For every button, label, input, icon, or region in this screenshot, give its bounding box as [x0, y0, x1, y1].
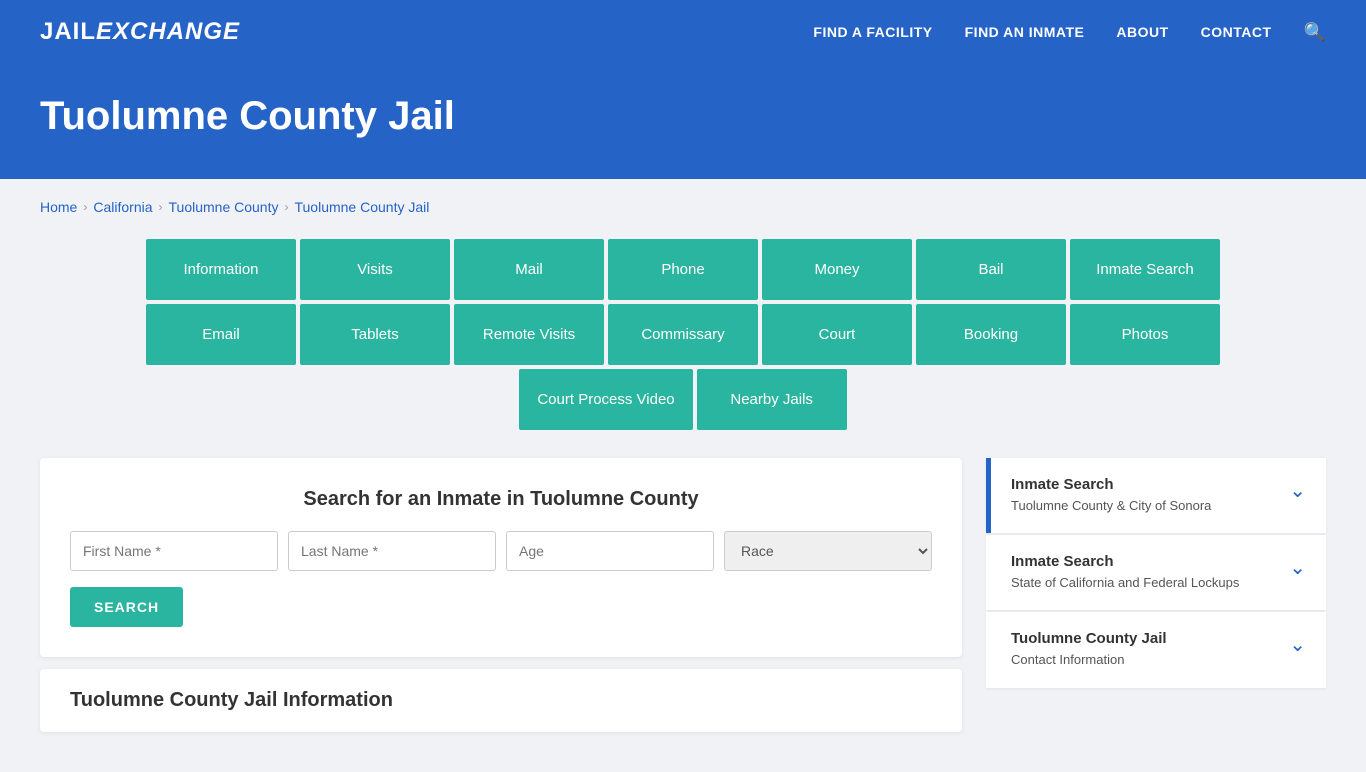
nav-row-1: Information Visits Mail Phone Money Bail…	[146, 239, 1220, 300]
last-name-input[interactable]	[288, 531, 496, 571]
breadcrumb-california[interactable]: California	[93, 199, 152, 215]
nav-row-3: Court Process Video Nearby Jails	[519, 369, 846, 430]
nav-find-inmate[interactable]: FIND AN INMATE	[965, 24, 1085, 40]
btn-commissary[interactable]: Commissary	[608, 304, 758, 365]
search-button[interactable]: SEARCH	[70, 587, 183, 627]
sidebar-title-0: Inmate Search	[1011, 476, 1277, 493]
sidebar-title-1: Inmate Search	[1011, 553, 1277, 570]
sidebar-text-2: Tuolumne County Jail Contact Information	[1011, 630, 1277, 669]
inmate-search-box: Search for an Inmate in Tuolumne County …	[40, 458, 962, 657]
sidebar: Inmate Search Tuolumne County & City of …	[986, 458, 1326, 688]
nav-about[interactable]: ABOUT	[1116, 24, 1168, 40]
chevron-icon-2: ⌄	[1289, 632, 1306, 657]
btn-photos[interactable]: Photos	[1070, 304, 1220, 365]
race-select[interactable]: Race White Black Hispanic Asian Other	[724, 531, 932, 571]
breadcrumb-sep-3: ›	[284, 200, 288, 214]
first-name-input[interactable]	[70, 531, 278, 571]
sidebar-subtitle-2: Contact Information	[1011, 651, 1277, 669]
lower-section: Search for an Inmate in Tuolumne County …	[40, 458, 1326, 732]
nav-contact[interactable]: CONTACT	[1201, 24, 1272, 40]
btn-court-process-video[interactable]: Court Process Video	[519, 369, 692, 430]
info-heading-title: Tuolumne County Jail Information	[70, 689, 932, 712]
btn-remote-visits[interactable]: Remote Visits	[454, 304, 604, 365]
nav-buttons-grid: Information Visits Mail Phone Money Bail…	[40, 239, 1326, 430]
sidebar-text-1: Inmate Search State of California and Fe…	[1011, 553, 1277, 592]
left-content: Search for an Inmate in Tuolumne County …	[40, 458, 962, 732]
sidebar-subtitle-0: Tuolumne County & City of Sonora	[1011, 497, 1277, 515]
hero-banner: Tuolumne County Jail	[0, 64, 1366, 179]
sidebar-item-1[interactable]: Inmate Search State of California and Fe…	[986, 535, 1326, 610]
sidebar-subtitle-1: State of California and Federal Lockups	[1011, 574, 1277, 592]
chevron-icon-1: ⌄	[1289, 555, 1306, 580]
breadcrumb-sep-2: ›	[159, 200, 163, 214]
header: JAILEXCHANGE FIND A FACILITY FIND AN INM…	[0, 0, 1366, 64]
chevron-icon-0: ⌄	[1289, 478, 1306, 503]
btn-booking[interactable]: Booking	[916, 304, 1066, 365]
breadcrumb: Home › California › Tuolumne County › Tu…	[40, 199, 1326, 215]
btn-money[interactable]: Money	[762, 239, 912, 300]
btn-email[interactable]: Email	[146, 304, 296, 365]
btn-tablets[interactable]: Tablets	[300, 304, 450, 365]
sidebar-text-0: Inmate Search Tuolumne County & City of …	[1011, 476, 1277, 515]
main-container: Home › California › Tuolumne County › Tu…	[0, 179, 1366, 772]
search-title: Search for an Inmate in Tuolumne County	[70, 488, 932, 511]
breadcrumb-home[interactable]: Home	[40, 199, 77, 215]
logo[interactable]: JAILEXCHANGE	[40, 18, 240, 46]
sidebar-item-0[interactable]: Inmate Search Tuolumne County & City of …	[986, 458, 1326, 533]
nav-row-2: Email Tablets Remote Visits Commissary C…	[146, 304, 1220, 365]
btn-court[interactable]: Court	[762, 304, 912, 365]
search-icon-button[interactable]: 🔍	[1304, 22, 1326, 43]
nav-find-facility[interactable]: FIND A FACILITY	[813, 24, 932, 40]
sidebar-title-2: Tuolumne County Jail	[1011, 630, 1277, 647]
sidebar-item-2[interactable]: Tuolumne County Jail Contact Information…	[986, 612, 1326, 687]
btn-mail[interactable]: Mail	[454, 239, 604, 300]
main-nav: FIND A FACILITY FIND AN INMATE ABOUT CON…	[813, 22, 1326, 43]
btn-inmate-search[interactable]: Inmate Search	[1070, 239, 1220, 300]
btn-nearby-jails[interactable]: Nearby Jails	[697, 369, 847, 430]
breadcrumb-sep-1: ›	[83, 200, 87, 214]
btn-visits[interactable]: Visits	[300, 239, 450, 300]
btn-information[interactable]: Information	[146, 239, 296, 300]
search-fields: Race White Black Hispanic Asian Other	[70, 531, 932, 571]
breadcrumb-tuolumne-county[interactable]: Tuolumne County	[169, 199, 279, 215]
breadcrumb-current: Tuolumne County Jail	[294, 199, 429, 215]
btn-phone[interactable]: Phone	[608, 239, 758, 300]
info-heading-box: Tuolumne County Jail Information	[40, 669, 962, 732]
age-input[interactable]	[506, 531, 714, 571]
page-title: Tuolumne County Jail	[40, 94, 1326, 139]
btn-bail[interactable]: Bail	[916, 239, 1066, 300]
